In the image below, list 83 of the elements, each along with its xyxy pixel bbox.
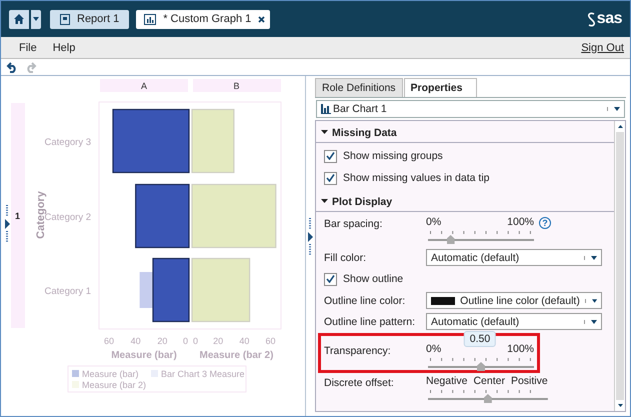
caret-icon [584, 256, 597, 260]
slider-thumb[interactable] [484, 394, 492, 403]
logo-text: sas [596, 10, 622, 28]
dropdown-button[interactable] [31, 10, 41, 28]
dropdown-field[interactable]: Outline line color (default) [426, 292, 602, 309]
splitter-handle-icon[interactable] [5, 204, 10, 244]
slider-mark-label: 0% [426, 343, 442, 355]
value-tooltip: 0.50 [464, 331, 496, 347]
home-button[interactable] [9, 10, 29, 28]
slider-mark-label: 100% [507, 216, 534, 228]
row-label: 1 [15, 211, 20, 221]
dropdown-field[interactable]: Automatic (default) [426, 313, 602, 330]
caret-icon [33, 17, 39, 21]
category-label: Category 1 [44, 286, 91, 297]
menu-item[interactable]: Help [52, 42, 76, 54]
tick-label: 20 [213, 336, 224, 346]
object-dropdown[interactable]: Bar Chart 1 [316, 100, 625, 118]
panel-tab[interactable]: Properties [404, 78, 478, 97]
chart-title: A [141, 81, 147, 91]
check-icon [326, 174, 335, 182]
tick-label: 0 [182, 336, 188, 346]
scroll-up-icon[interactable] [618, 125, 622, 128]
field-label: Outline line pattern: [324, 316, 416, 328]
field-label: Transparency: [324, 345, 392, 357]
tick-label: 0 [193, 336, 198, 346]
panel-tab[interactable]: Role Definitions [315, 78, 403, 97]
slider-mark-label: 0% [426, 216, 442, 228]
legend-label: Measure (bar 2) [82, 380, 146, 390]
axis-title: Measure (bar) [111, 350, 177, 361]
slider-mark-label: 100% [507, 343, 534, 355]
document-tab[interactable]: * Custom Graph 1 [136, 10, 270, 28]
legend-swatch [72, 370, 79, 377]
report-icon [60, 14, 70, 24]
checkbox-label: Show missing groups [343, 150, 443, 162]
field-label: Bar spacing: [324, 218, 384, 230]
slider-thumb[interactable] [446, 235, 455, 244]
checkbox-label: Show missing values in data tip [343, 172, 490, 184]
legend-label: Measure (bar) [82, 369, 139, 379]
category-label: Category 3 [44, 137, 91, 148]
expand-icon [321, 130, 328, 135]
document-tab[interactable]: Report 1 [50, 10, 130, 28]
checkbox-label: Show outline [343, 273, 404, 285]
section-header[interactable]: Plot Display [316, 192, 614, 212]
tick-label: 60 [266, 336, 276, 346]
bar-chart-icon [321, 104, 331, 114]
category-label: Category 2 [44, 212, 91, 223]
field-label: Fill color: [324, 252, 368, 264]
slider-mark-label: Negative [426, 375, 468, 387]
tick-label: 40 [239, 336, 250, 346]
scrollbar[interactable] [614, 121, 625, 411]
axis-title: Measure (bar 2) [200, 350, 274, 361]
scroll-thumb[interactable] [616, 132, 624, 400]
slider-thumb[interactable] [477, 362, 485, 371]
dropdown-field[interactable]: Automatic (default) [426, 249, 602, 266]
caret-icon [584, 298, 597, 302]
bar-chart-icon [144, 14, 156, 24]
expand-icon [321, 199, 328, 204]
close-icon[interactable] [258, 16, 266, 22]
tick-label: 20 [157, 336, 168, 346]
sign-out-link[interactable]: Sign Out [581, 42, 624, 54]
check-icon [326, 152, 335, 160]
caret-icon [607, 107, 620, 111]
axis-title: Category [35, 191, 47, 239]
undo-icon[interactable] [6, 62, 18, 72]
tick-label: 60 [104, 336, 114, 346]
tick-label: 40 [130, 336, 141, 346]
logo-icon [586, 12, 596, 26]
check-icon [326, 275, 335, 283]
field-label: Discrete offset: [324, 377, 395, 389]
slider-mark-label: Center [473, 375, 505, 387]
field-label: Outline line color: [324, 294, 406, 306]
scroll-down-icon[interactable] [618, 404, 622, 407]
chart-title: B [234, 81, 240, 91]
checkbox[interactable] [324, 172, 337, 184]
menu-item[interactable]: File [19, 42, 37, 54]
slider-mark-label: Positive [510, 375, 548, 387]
caret-icon [584, 320, 597, 324]
checkbox[interactable] [324, 150, 337, 162]
section-header[interactable]: Missing Data [316, 123, 614, 143]
checkbox[interactable] [324, 272, 337, 286]
legend-label: Bar Chart 3 Measure [161, 369, 245, 379]
home-icon [13, 13, 25, 25]
help-icon[interactable]: ? [539, 217, 551, 229]
